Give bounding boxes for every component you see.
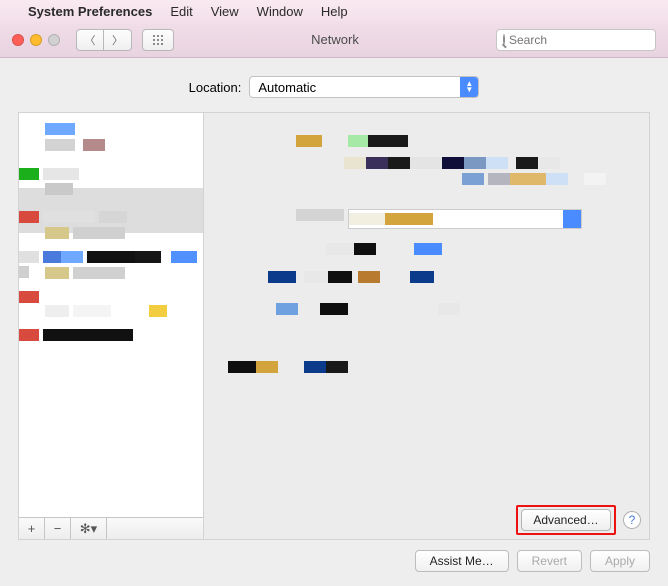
menu-window[interactable]: Window	[257, 4, 303, 19]
sidebar-footer-spacer	[107, 518, 203, 539]
detail-row	[344, 157, 560, 172]
assist-me-button[interactable]: Assist Me…	[415, 550, 509, 572]
menu-edit[interactable]: Edit	[170, 4, 192, 19]
list-item	[45, 227, 125, 242]
list-item[interactable]	[19, 168, 79, 183]
add-service-button[interactable]: +	[19, 518, 45, 539]
content-area: Location: Automatic ▲▼	[0, 58, 668, 586]
nav-buttons: 〈 〉	[76, 29, 132, 51]
detail-input[interactable]	[348, 209, 582, 229]
service-detail: Advanced… ?	[204, 113, 649, 539]
location-row: Location: Automatic ▲▼	[18, 76, 650, 98]
search-icon	[503, 34, 505, 45]
list-item	[45, 305, 167, 320]
back-button[interactable]: 〈	[76, 29, 104, 51]
help-button[interactable]: ?	[623, 511, 641, 529]
app-menu[interactable]: System Preferences	[28, 4, 152, 19]
network-panel: + − ✻▾ Advanced… ?	[18, 112, 650, 540]
detail-row	[228, 361, 348, 376]
list-item	[45, 183, 73, 198]
menu-help[interactable]: Help	[321, 4, 348, 19]
menu-view[interactable]: View	[211, 4, 239, 19]
location-value: Automatic	[258, 80, 316, 95]
location-label: Location:	[189, 80, 242, 95]
detail-label	[296, 209, 344, 224]
traffic-lights	[12, 34, 60, 46]
select-arrows-icon: ▲▼	[460, 77, 478, 97]
window-toolbar: 〈 〉 Network	[0, 22, 668, 58]
service-actions-button[interactable]: ✻▾	[71, 518, 107, 539]
detail-value	[348, 135, 408, 150]
detail-row	[268, 271, 434, 286]
detail-row	[326, 243, 442, 258]
list-item[interactable]	[19, 329, 133, 344]
window-close-button[interactable]	[12, 34, 24, 46]
list-item[interactable]	[19, 291, 39, 306]
services-sidebar[interactable]: + − ✻▾	[19, 113, 204, 539]
forward-button[interactable]: 〉	[104, 29, 132, 51]
apply-button: Apply	[590, 550, 650, 572]
show-all-button[interactable]	[142, 29, 174, 51]
revert-button: Revert	[517, 550, 582, 572]
services-list[interactable]	[19, 113, 203, 517]
window-minimize-button[interactable]	[30, 34, 42, 46]
window-title: Network	[184, 32, 486, 47]
menu-bar: System Preferences Edit View Window Help	[0, 0, 668, 22]
detail-label	[296, 135, 322, 150]
footer-buttons: Assist Me… Revert Apply	[18, 540, 650, 572]
location-select[interactable]: Automatic ▲▼	[249, 76, 479, 98]
window-zoom-button	[48, 34, 60, 46]
search-field[interactable]	[496, 29, 656, 51]
list-item[interactable]	[19, 211, 127, 226]
remove-service-button[interactable]: −	[45, 518, 71, 539]
list-item	[45, 139, 105, 154]
detail-row	[462, 173, 606, 188]
list-item	[45, 267, 125, 282]
search-input[interactable]	[509, 33, 664, 47]
sidebar-footer: + − ✻▾	[19, 517, 203, 539]
detail-row	[276, 303, 460, 318]
grid-icon	[152, 34, 164, 46]
list-item[interactable]	[45, 123, 75, 138]
advanced-button[interactable]: Advanced…	[521, 509, 611, 531]
